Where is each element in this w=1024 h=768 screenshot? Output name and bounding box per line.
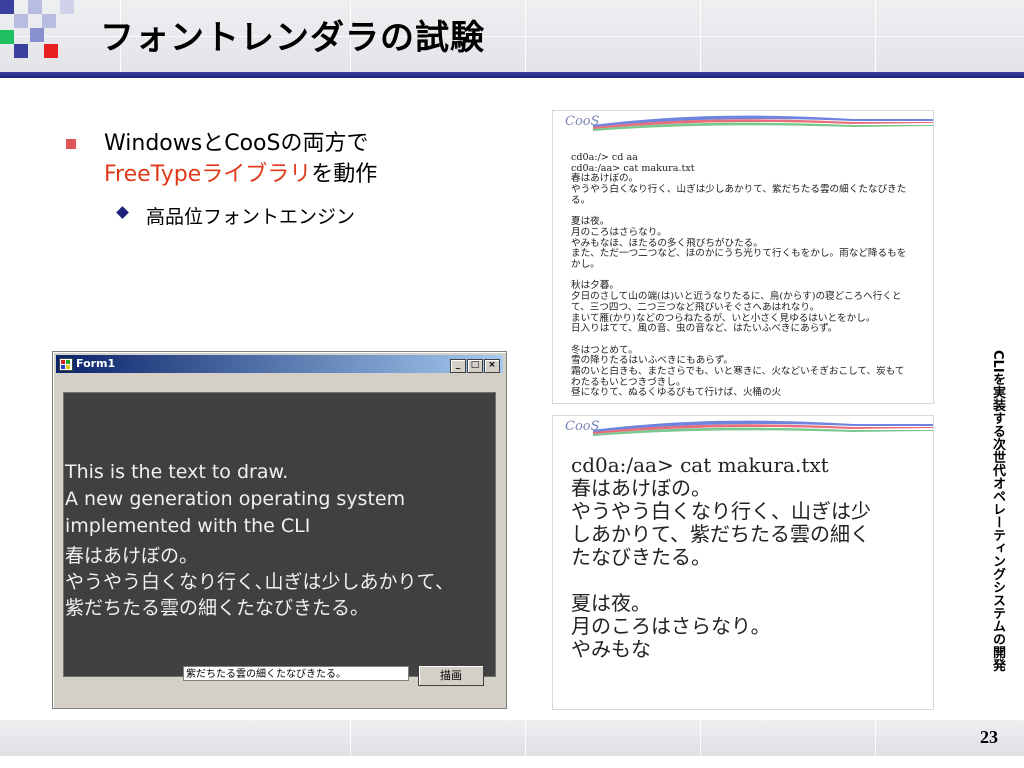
logo-square	[0, 0, 14, 14]
text-input[interactable]: 紫だちたる雲の細くたなびきたる。	[183, 666, 409, 681]
logo-square	[42, 14, 56, 28]
logo-square	[44, 44, 58, 58]
terminal-text: cd0a:/> cd aa cd0a:/aa> cat makura.txt 春…	[571, 152, 907, 399]
terminal-screenshot-large: CooS cd0a:/aa> cat makura.txt 春はあけぼの。 やう…	[552, 415, 934, 710]
bullet-square-icon	[66, 139, 76, 149]
canvas-line: implemented with the CLI	[65, 515, 311, 537]
terminal-screenshot-small: CooS cd0a:/> cd aa cd0a:/aa> cat makura.…	[552, 110, 934, 404]
title-rule	[0, 72, 1024, 78]
close-button[interactable]: ×	[484, 359, 500, 373]
coos-logo: CooS	[565, 419, 600, 434]
terminal-text: cd0a:/aa> cat makura.txt 春はあけぼの。 やうやう白くな…	[571, 453, 871, 661]
app-icon[interactable]	[59, 358, 73, 371]
bullet-line2-rest: を動作	[311, 162, 378, 187]
canvas-line: 春はあけぼの。	[65, 545, 199, 567]
draw-canvas: This is the text to draw. A new generati…	[63, 392, 496, 677]
form-window: Form1 _ □ × This is the text to draw. A ne…	[52, 351, 507, 709]
bullet-line2: FreeTypeライブラリを動作	[104, 159, 377, 190]
maximize-button[interactable]: □	[467, 359, 483, 373]
bullet-level2-text: 高品位フォントエンジン	[146, 206, 356, 228]
logo-square	[14, 14, 28, 28]
vertical-caption: CLIを実装する次世代オペレーティングシステムの開発	[990, 350, 1005, 672]
slide-title: フォントレンダラの試験	[100, 18, 485, 58]
coos-logo: CooS	[565, 114, 600, 129]
coos-banner	[593, 420, 933, 436]
logo-square	[0, 30, 14, 44]
canvas-line: A new generation operating system	[65, 488, 406, 510]
draw-button[interactable]: 描画	[418, 665, 484, 686]
page-number: 23	[980, 727, 998, 747]
bullet-highlight: FreeTypeライブラリ	[104, 162, 312, 187]
bullet-line1: WindowsとCooSの両方で	[104, 131, 369, 156]
logo-square	[30, 28, 44, 42]
window-title: Form1	[76, 357, 116, 370]
canvas-line: 紫だちたる雲の細くたなびきたる。	[65, 597, 370, 619]
logo-square	[14, 44, 28, 58]
window-titlebar[interactable]: Form1 _ □ ×	[56, 355, 503, 373]
slide-footer	[0, 720, 1024, 756]
canvas-line: This is the text to draw.	[65, 461, 289, 483]
coos-banner	[593, 115, 933, 131]
bullet-diamond-icon	[116, 206, 129, 219]
window-controls: _ □ ×	[449, 357, 500, 373]
canvas-line: やうやう白くなり行く､山ぎは少しあかりて､	[65, 571, 446, 593]
logo-square	[60, 0, 74, 14]
logo-square	[28, 0, 42, 14]
minimize-button[interactable]: _	[450, 359, 466, 373]
